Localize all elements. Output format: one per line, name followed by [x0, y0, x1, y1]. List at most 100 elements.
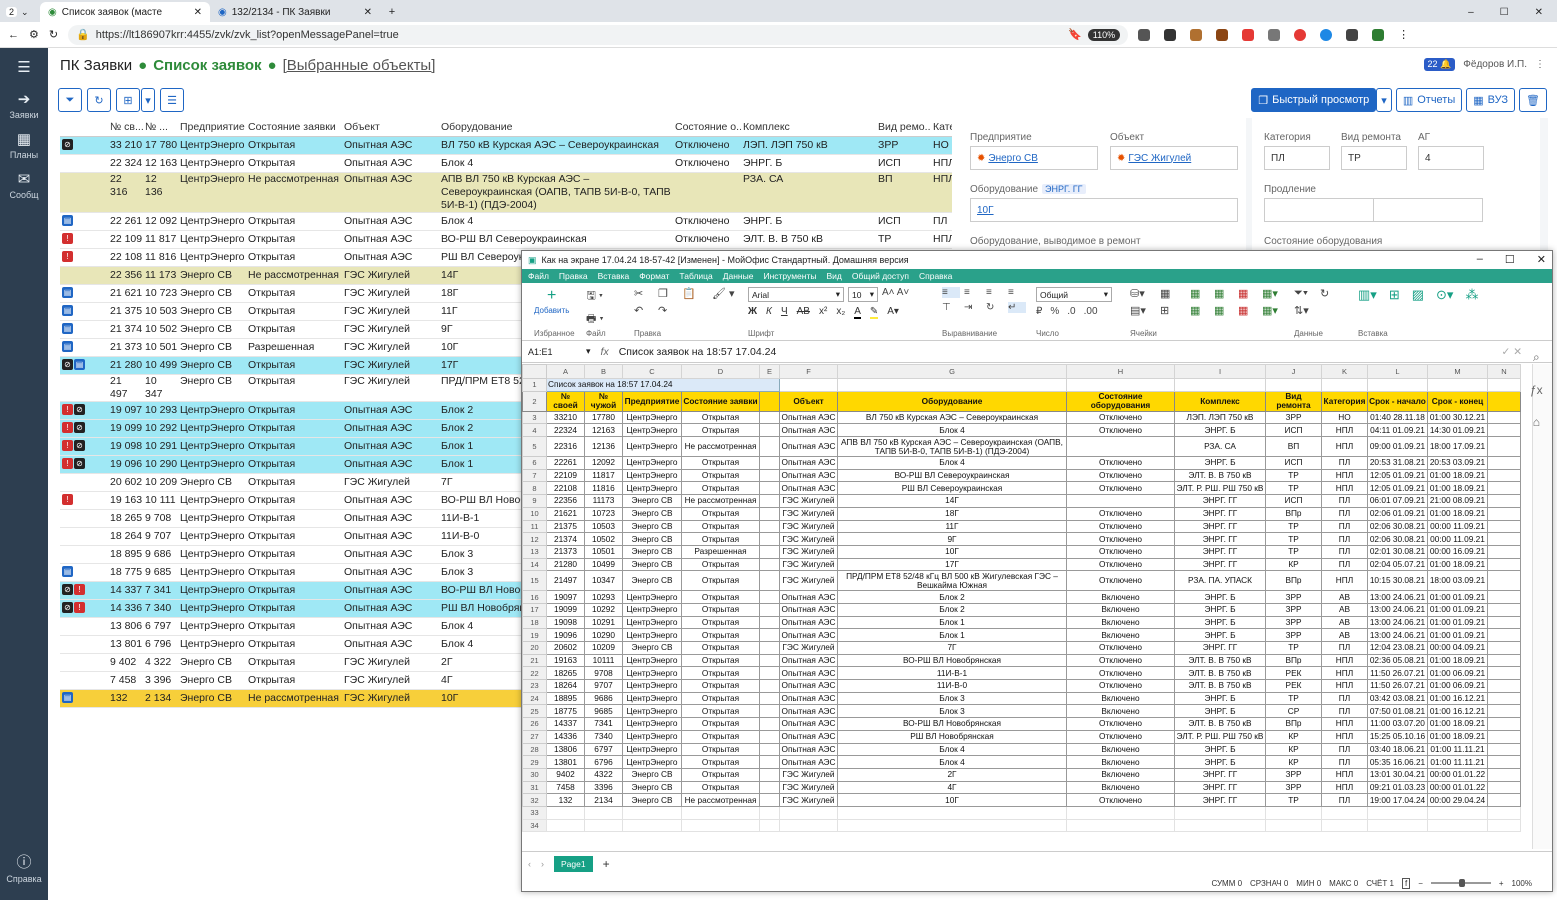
sheet-cell[interactable]: 10Г: [837, 544, 1067, 559]
alert-icon[interactable]: !: [62, 233, 73, 245]
sheet-cell[interactable]: ЦентрЭнерго: [622, 615, 682, 630]
table-row[interactable]: ⊘ 33 210 17 780 ЦентрЭнерго Открытая Опытная …: [60, 136, 952, 155]
sheet-cell[interactable]: ВПр: [1265, 717, 1322, 731]
sheet-cell[interactable]: Открытая: [681, 615, 760, 630]
sheet-cell[interactable]: ПЛ: [1321, 557, 1368, 572]
sheet-cell[interactable]: ТР: [1265, 532, 1322, 546]
chevron-down-icon[interactable]: ⌄: [21, 7, 29, 18]
sheet-cell[interactable]: 01:00 11.11.21: [1427, 755, 1488, 769]
table-row[interactable]: 22 324 12 163 ЦентрЭнерго Открытая Опытная А…: [60, 154, 952, 173]
document-icon[interactable]: ▤: [62, 215, 73, 227]
sheet-cell[interactable]: НПЛ: [1321, 468, 1368, 483]
sheet-cell[interactable]: [1487, 679, 1521, 693]
sheet-cell[interactable]: Блок 4: [837, 755, 1067, 769]
sheet-cell[interactable]: Отключено: [1066, 793, 1175, 807]
sheet-cell[interactable]: Опытная АЭС: [779, 666, 838, 681]
sheet-cell[interactable]: [759, 717, 780, 731]
insert-col-icon[interactable]: ▦: [1214, 287, 1234, 300]
sheet-cell[interactable]: [1321, 378, 1368, 392]
sheet-cell[interactable]: Блок 3: [837, 704, 1067, 719]
sheet-header-cell[interactable]: Состояние заявки: [681, 390, 760, 412]
sheet-cell[interactable]: ЗРР: [1265, 767, 1322, 782]
sheet-cell[interactable]: Блок 1: [837, 628, 1067, 642]
row-number[interactable]: 8: [522, 481, 547, 496]
sheet-cell[interactable]: [1427, 818, 1488, 833]
image-icon[interactable]: ▨: [1412, 287, 1424, 303]
sheet-cell[interactable]: 01:00 01.09.21: [1427, 602, 1488, 617]
sheet-cell[interactable]: 10290: [584, 628, 623, 642]
sheet-cell[interactable]: ГЭС Жигулей: [779, 494, 838, 508]
zoom-slider-thumb[interactable]: [1458, 879, 1465, 887]
hierarchy-button[interactable]: ⊞: [116, 88, 140, 112]
sheet-cell[interactable]: [1174, 818, 1266, 833]
sheet-cell[interactable]: 10723: [584, 506, 623, 521]
sheet-cell[interactable]: Энерго СВ: [622, 519, 682, 534]
sheet-header-cell[interactable]: № своей: [546, 390, 585, 412]
dec-decimals-icon[interactable]: .0: [1067, 306, 1075, 317]
sheet-cell[interactable]: 33210: [546, 410, 585, 425]
save-icon[interactable]: 🖫 ▾: [587, 287, 604, 306]
sheet-cell[interactable]: 00:00 04.09.21: [1427, 641, 1488, 655]
valign-icon[interactable]: ⊤: [942, 302, 960, 313]
sheet-cell[interactable]: [1487, 468, 1521, 483]
sheet-cell[interactable]: 21374: [546, 532, 585, 546]
sheet-cell[interactable]: ТР: [1265, 641, 1322, 655]
column-letter[interactable]: H: [1066, 364, 1175, 379]
sheet-cell[interactable]: ВПр: [1265, 570, 1322, 592]
sheet-cell[interactable]: ЭЛТ. В. В 750 кВ: [1174, 717, 1266, 731]
close-window-icon[interactable]: ✕: [1535, 7, 1543, 18]
sheet-cell[interactable]: Отключено: [1066, 679, 1175, 693]
sheet-cell[interactable]: Отключено: [1066, 481, 1175, 496]
equipment-field[interactable]: 10Г: [970, 198, 1238, 222]
sheet-cell[interactable]: [759, 570, 780, 592]
sheet-cell[interactable]: ЦентрЭнерго: [622, 729, 682, 744]
extension-icon[interactable]: [1242, 28, 1255, 41]
vertical-scrollbar[interactable]: [1532, 364, 1552, 849]
column-header[interactable]: Оборудование: [439, 118, 673, 137]
sheet-header-cell[interactable]: [759, 390, 780, 412]
ag-field[interactable]: 4: [1418, 146, 1484, 170]
sheet-cell[interactable]: ВП: [1265, 436, 1322, 458]
sheet-cell[interactable]: 10502: [584, 532, 623, 546]
sheet-cell[interactable]: ГЭС Жигулей: [779, 506, 838, 521]
sheet-cell[interactable]: ГЭС Жигулей: [779, 570, 838, 592]
close-icon[interactable]: ✕: [364, 7, 372, 18]
sheet-cell[interactable]: ЦентрЭнерго: [622, 755, 682, 769]
sheet-cell[interactable]: [759, 755, 780, 769]
sheet-cell[interactable]: ЭНРГ. ГГ: [1174, 494, 1266, 508]
sheet-cell[interactable]: ТР: [1265, 468, 1322, 483]
sheet-cell[interactable]: ПЛ: [1321, 742, 1368, 757]
sheet-cell[interactable]: [584, 818, 623, 833]
borders-icon[interactable]: ▦: [1160, 287, 1186, 300]
sheet-cell[interactable]: 12136: [584, 436, 623, 458]
alert-icon[interactable]: !: [74, 584, 85, 596]
sheet-cell[interactable]: НПЛ: [1321, 729, 1368, 744]
sheet-cell[interactable]: АВ: [1321, 628, 1368, 642]
sheet-cell[interactable]: [622, 818, 682, 833]
sheet-cell[interactable]: [1487, 704, 1521, 719]
sheet-cell[interactable]: ЭНРГ. ГГ: [1174, 519, 1266, 534]
sheet-cell[interactable]: НПЛ: [1321, 666, 1368, 681]
sheet-cell[interactable]: 11:50 26.07.21: [1367, 666, 1428, 681]
sheet-cell[interactable]: 01:00 18.09.21: [1427, 653, 1488, 668]
sheet-cell[interactable]: [1487, 602, 1521, 617]
format-painter-icon[interactable]: 🖌 ▾: [712, 287, 735, 300]
sheet-cell[interactable]: ЦентрЭнерго: [622, 691, 682, 706]
alert-icon[interactable]: !: [62, 440, 73, 452]
sheet-cell[interactable]: [759, 615, 780, 630]
sheet-cell[interactable]: [1265, 378, 1322, 392]
sheet-cell[interactable]: 12:04 23.08.21: [1367, 641, 1428, 655]
sheet-cell[interactable]: [759, 410, 780, 425]
attachment-icon[interactable]: ⊘: [74, 440, 85, 452]
document-icon[interactable]: ▤: [62, 692, 73, 704]
sheet-cell[interactable]: ЦентрЭнерго: [622, 410, 682, 425]
list-view-button[interactable]: ☰: [160, 88, 184, 112]
sheet-cell[interactable]: [1487, 570, 1521, 592]
sheet-cell[interactable]: [1487, 818, 1521, 833]
sheet-cell[interactable]: 22109: [546, 468, 585, 483]
sheet-cell[interactable]: 18895: [546, 691, 585, 706]
sheet-cell[interactable]: 7341: [584, 717, 623, 731]
sheet-cell[interactable]: Отключено: [1066, 423, 1175, 438]
sheet-cell[interactable]: ИСП: [1265, 494, 1322, 508]
sheet-cell[interactable]: НПЛ: [1321, 570, 1368, 592]
